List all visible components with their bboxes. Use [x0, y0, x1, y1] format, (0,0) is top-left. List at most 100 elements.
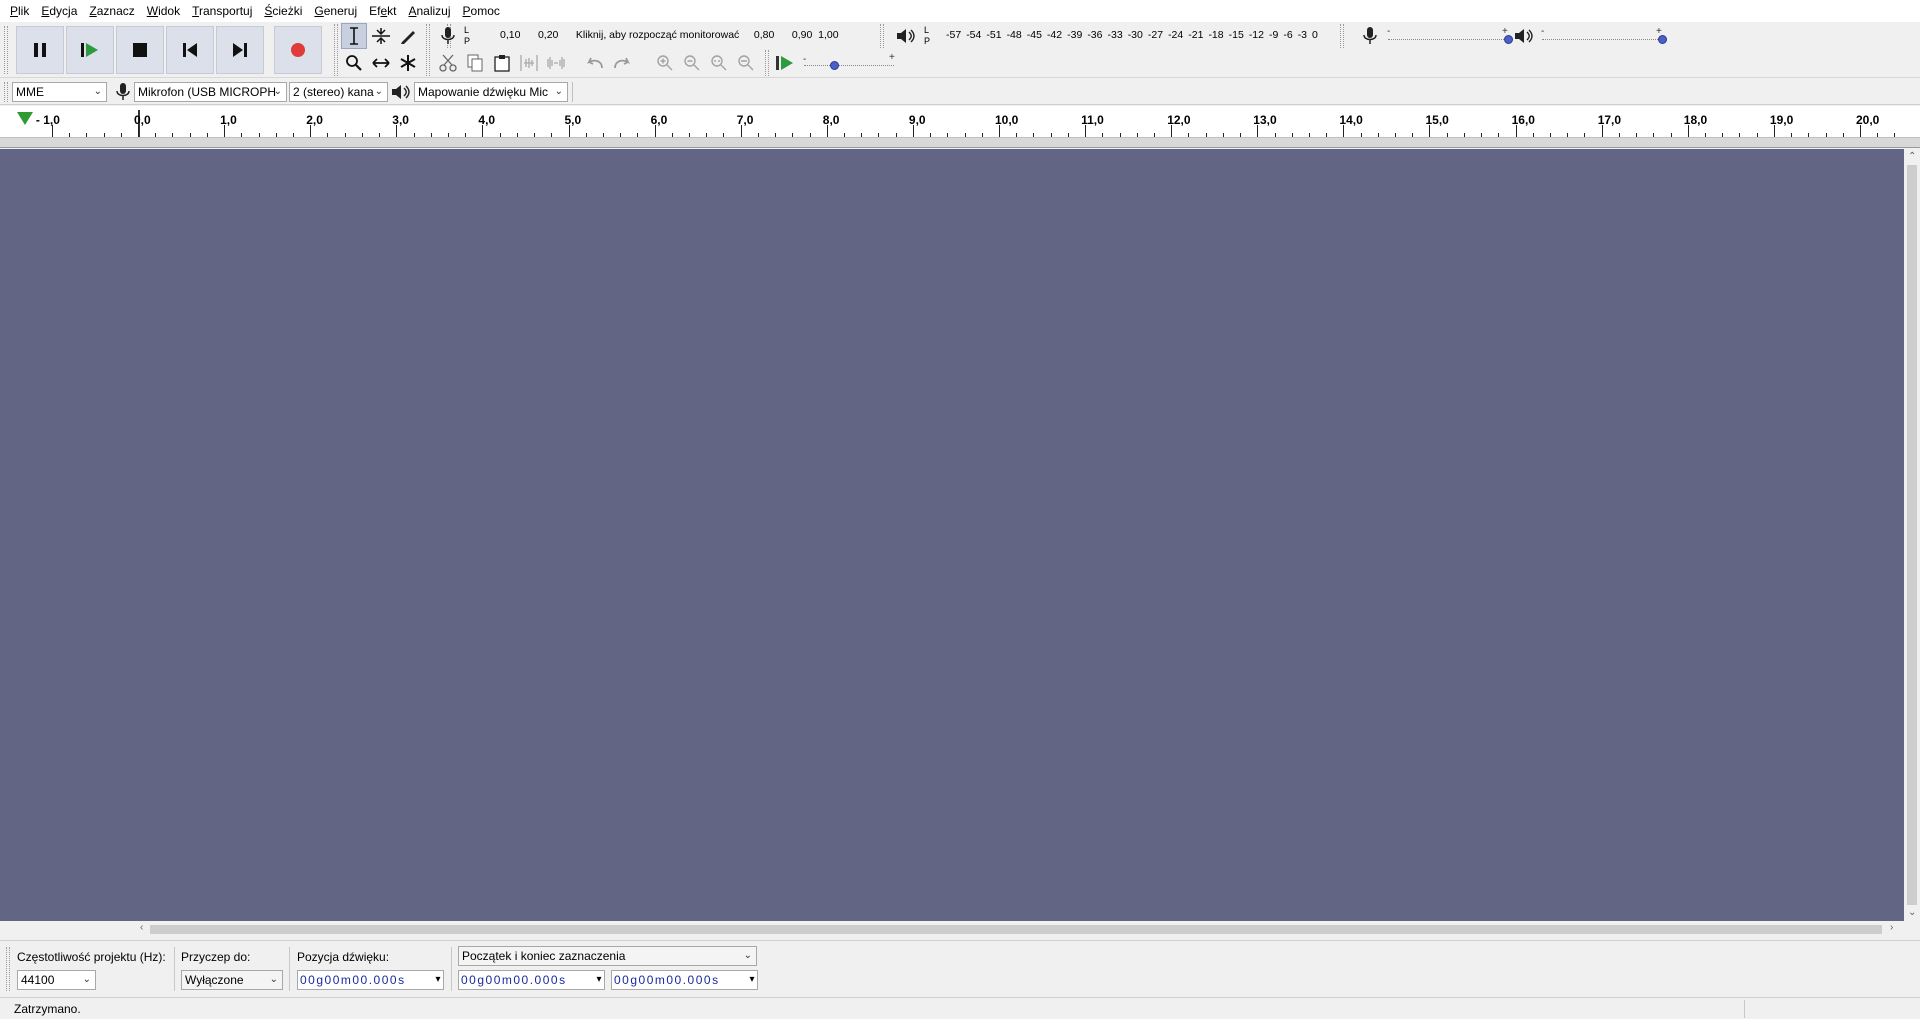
copy-icon [467, 54, 483, 72]
snap-to-select[interactable]: Wyłączone ⌄ [181, 970, 283, 990]
scroll-down-icon[interactable]: ⌄ [1908, 907, 1916, 919]
skip-to-start-button[interactable] [166, 26, 214, 74]
meter-tick: 0,90 [791, 29, 813, 41]
zoom-out-button[interactable] [679, 50, 705, 76]
play-at-speed-button[interactable] [772, 50, 798, 76]
multi-tool[interactable] [395, 50, 421, 76]
timeline-ruler[interactable]: - 1,0 0,0 1,0 2,0 3,0 4,0 5,0 6,0 7,0 8,0 9,0 10,0 1… [0, 106, 1920, 138]
menu-item[interactable]: Generuj [308, 0, 363, 22]
toolbar-grip[interactable] [4, 82, 8, 102]
scroll-up-icon[interactable]: ⌃ [1908, 151, 1916, 163]
stop-button[interactable] [116, 26, 164, 74]
menu-item-text: Ef [369, 4, 381, 18]
project-rate-select[interactable]: 44100 ⌄ [17, 970, 96, 990]
playback-volume-slider-knob[interactable] [1658, 35, 1667, 44]
menu-item[interactable]: Analizuj [402, 0, 456, 22]
chevron-down-icon: ⌄ [93, 86, 102, 97]
ruler-minor-tick [982, 133, 983, 137]
ruler-minor-tick [1068, 133, 1069, 137]
recording-channels-value: 2 (stereo) kana [293, 85, 374, 99]
ruler-minor-tick [500, 133, 501, 137]
redo-button[interactable] [609, 50, 635, 76]
toolbar-grip[interactable] [6, 947, 10, 991]
menu-item[interactable]: Pomoc [457, 0, 506, 22]
record-volume-slider-track[interactable] [1388, 39, 1508, 40]
toolbar-grip[interactable] [880, 24, 884, 48]
selection-mode-select[interactable]: Początek i koniec zaznaczenia ⌄ [458, 946, 757, 966]
playback-volume-minus: - [1541, 26, 1545, 37]
menu-item-text: idok [158, 4, 181, 18]
undo-button[interactable] [582, 50, 608, 76]
horizontal-scroll-thumb[interactable] [150, 925, 1882, 934]
ruler-minor-tick [121, 133, 122, 137]
selection-tool[interactable] [341, 23, 367, 49]
menu-item[interactable]: Transportuj [186, 0, 258, 22]
trim-button[interactable] [516, 50, 542, 76]
draw-tool[interactable] [395, 23, 421, 49]
time-format-dropdown-icon[interactable]: ▾ [749, 971, 756, 989]
toolbar-grip[interactable] [765, 50, 769, 76]
pause-button[interactable] [16, 26, 64, 74]
chevron-down-icon: ⌄ [82, 974, 91, 985]
menu-item[interactable]: Widok [141, 0, 186, 22]
playback-meter-right-label: P [924, 36, 931, 46]
playhead-triangle-icon[interactable] [17, 112, 33, 125]
silence-button[interactable] [543, 50, 569, 76]
toolbar-grip[interactable] [4, 26, 8, 74]
vertical-scrollbar[interactable]: ⌃ ⌄ [1904, 149, 1920, 921]
play-speed-slider-track[interactable] [804, 65, 894, 66]
ruler-major-tick [1085, 125, 1086, 137]
vertical-scroll-thumb[interactable] [1907, 165, 1917, 905]
record-meter-scale[interactable]: 0,10 0,20 Kliknij, aby rozpocząć monitor… [500, 29, 839, 41]
playback-volume-slider-track[interactable] [1542, 39, 1662, 40]
toolbar-grip[interactable] [426, 24, 430, 76]
menu-item[interactable]: Efekt [363, 0, 402, 22]
track-panel[interactable] [0, 149, 1904, 921]
selection-end-time[interactable]: 00g00m00.000s ▾ [611, 970, 758, 990]
zoom-tool[interactable] [341, 50, 367, 76]
horizontal-scrollbar[interactable]: ‹ › [0, 921, 1920, 937]
skip-to-end-button[interactable] [216, 26, 264, 74]
time-format-dropdown-icon[interactable]: ▾ [435, 971, 442, 989]
ruler-minor-tick [1137, 133, 1138, 137]
menu-bar: Plik Edycja Zaznacz Widok Transportuj Ścieżki… [0, 0, 1920, 22]
selection-start-time[interactable]: 00g00m00.000s ▾ [458, 970, 605, 990]
copy-button[interactable] [462, 50, 488, 76]
fit-project-button[interactable] [733, 50, 759, 76]
menu-item[interactable]: Plik [4, 0, 35, 22]
play-button[interactable] [66, 26, 114, 74]
audio-host-select[interactable]: MME ⌄ [12, 82, 107, 102]
menu-item[interactable]: Zaznacz [83, 0, 140, 22]
record-meter-left-label: L [464, 25, 470, 35]
toolbar-grip[interactable] [1340, 24, 1344, 48]
menu-item-accelerator: P [10, 4, 19, 18]
playback-device-value: Mapowanie dźwięku Mic [418, 85, 549, 99]
pause-icon [34, 43, 46, 57]
meter-tick: -48 [1006, 29, 1022, 41]
menu-item[interactable]: Ścieżki [258, 0, 308, 22]
envelope-tool[interactable] [368, 23, 394, 49]
record-meter-prompt[interactable]: Kliknij, aby rozpocząć monitorować [576, 29, 739, 41]
chevron-down-icon: ⌄ [554, 86, 563, 97]
time-format-dropdown-icon[interactable]: ▾ [596, 971, 603, 989]
record-meter-button[interactable] [435, 23, 461, 49]
ruler-major-tick [1860, 125, 1861, 137]
paste-button[interactable] [489, 50, 515, 76]
cut-button[interactable] [435, 50, 461, 76]
recording-device-select[interactable]: Mikrofon (USB MICROPH ⌄ [134, 82, 287, 102]
playback-meter-scale[interactable]: -57 -54 -51 -48 -45 -42 -39 -36 -33 -30 -27 -24 -21-… [946, 29, 1323, 41]
fit-selection-button[interactable] [706, 50, 732, 76]
scroll-right-icon[interactable]: › [1890, 922, 1893, 934]
record-button[interactable] [274, 26, 322, 74]
menu-item[interactable]: Edycja [35, 0, 83, 22]
zoom-in-button[interactable] [652, 50, 678, 76]
toolbar-grip[interactable] [334, 24, 338, 76]
recording-channels-select[interactable]: 2 (stereo) kana ⌄ [289, 82, 388, 102]
scroll-left-icon[interactable]: ‹ [140, 922, 143, 934]
play-speed-slider-knob[interactable] [829, 61, 839, 70]
time-shift-tool[interactable] [368, 50, 394, 76]
device-toolbar: MME ⌄ Mikrofon (USB MICROPH ⌄ 2 (stereo)… [0, 79, 1920, 105]
playback-device-select[interactable]: Mapowanie dźwięku Mic ⌄ [414, 82, 568, 102]
audio-position-time[interactable]: 00g00m00.000s ▾ [297, 970, 444, 990]
playback-meter-button[interactable] [893, 23, 919, 49]
